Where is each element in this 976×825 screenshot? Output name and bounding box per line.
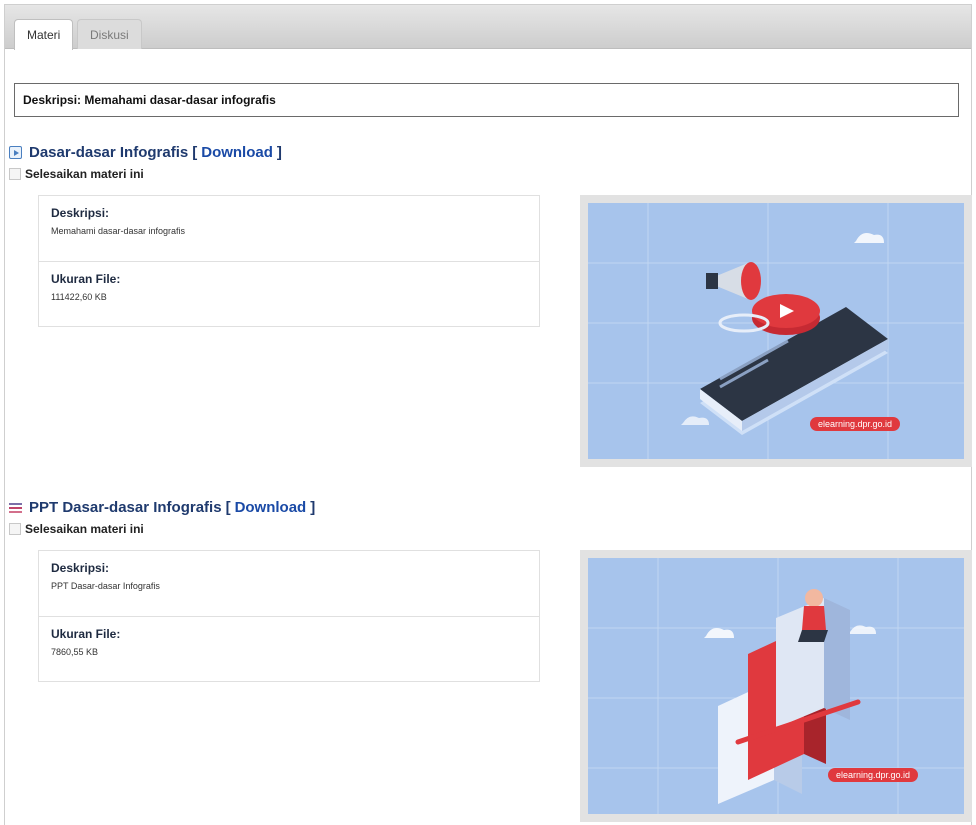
tab-diskusi[interactable]: Diskusi <box>77 19 142 49</box>
description-value: PPT Dasar-dasar Infografis <box>51 581 160 591</box>
file-size-section: Ukuran File: 111422,60 KB <box>39 261 539 326</box>
file-size-value: 7860,55 KB <box>51 647 99 657</box>
material-thumbnail-2: elearning.dpr.go.id <box>580 550 972 822</box>
tab-bar: Materi Diskusi <box>5 5 971 50</box>
description-section: Deskripsi: PPT Dasar-dasar Infografis <box>39 551 539 616</box>
download-link[interactable]: Download <box>201 144 273 161</box>
phone-megaphone-illustration <box>588 203 964 459</box>
tab-materi[interactable]: Materi <box>14 19 74 50</box>
file-size-label: Ukuran File: <box>51 627 121 641</box>
description-bar: Deskripsi: Memahami dasar-dasar infograf… <box>14 83 959 117</box>
material-title-text: PPT Dasar-dasar Infografis <box>29 499 222 516</box>
description-section: Deskripsi: Memahami dasar-dasar infograf… <box>39 196 539 261</box>
material-title-2: PPT Dasar-dasar Infografis [Download] <box>9 499 315 516</box>
complete-checkbox[interactable] <box>9 168 21 180</box>
complete-label: Selesaikan materi ini <box>25 522 144 536</box>
description-label: Deskripsi: <box>51 206 110 220</box>
thumbnail-watermark: elearning.dpr.go.id <box>828 768 919 782</box>
material-title-text: Dasar-dasar Infografis <box>29 144 189 161</box>
file-size-value: 111422,60 KB <box>51 292 107 302</box>
complete-label: Selesaikan materi ini <box>25 167 144 181</box>
material-thumbnail-1: elearning.dpr.go.id <box>580 195 972 467</box>
file-size-label: Ukuran File: <box>51 272 121 286</box>
material-title-1: Dasar-dasar Infografis [Download] <box>9 144 282 161</box>
video-icon <box>9 146 22 159</box>
material-info-card-2: Deskripsi: PPT Dasar-dasar Infografis Uk… <box>38 550 540 682</box>
complete-row-1[interactable]: Selesaikan materi ini <box>9 167 144 181</box>
description-value: Memahami dasar-dasar infografis <box>51 226 186 236</box>
ppt-icon <box>9 502 22 514</box>
description-label: Deskripsi: <box>51 561 110 575</box>
complete-checkbox[interactable] <box>9 523 21 535</box>
file-size-section: Ukuran File: 7860,55 KB <box>39 616 539 681</box>
thumbnail-watermark: elearning.dpr.go.id <box>810 417 901 431</box>
download-link[interactable]: Download <box>235 499 307 516</box>
complete-row-2[interactable]: Selesaikan materi ini <box>9 522 144 536</box>
material-info-card-1: Deskripsi: Memahami dasar-dasar infograf… <box>38 195 540 327</box>
